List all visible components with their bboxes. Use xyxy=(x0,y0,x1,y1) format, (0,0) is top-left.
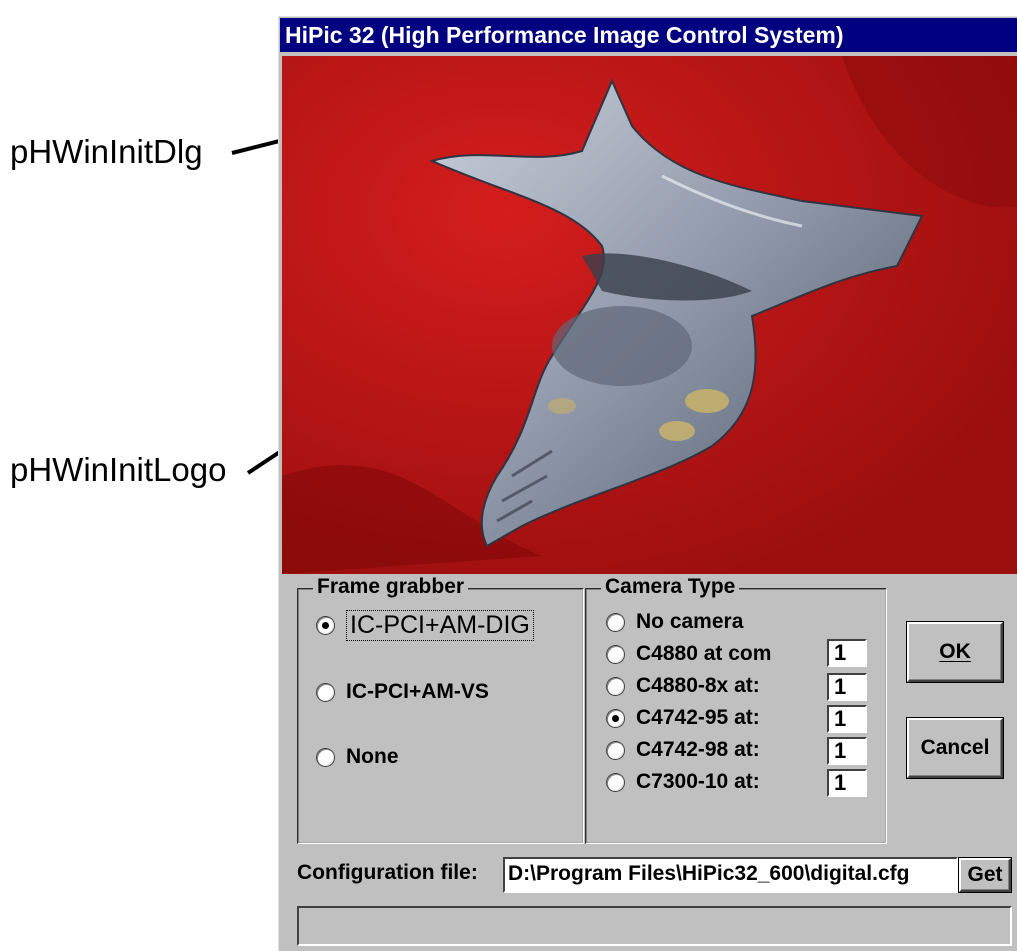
radio-label: C4742-95 at: xyxy=(636,706,760,729)
radio-label: C4742-98 at: xyxy=(636,738,760,761)
port-input-c4742-95[interactable]: 1 xyxy=(827,705,867,733)
radio-button[interactable] xyxy=(317,683,334,701)
radio-frame-grabber-ic-pci-am-vs[interactable]: IC-PCI+AM-VS xyxy=(317,680,489,704)
frame-grabber-group-title: Frame grabber xyxy=(313,575,469,599)
dialog-title-bar: HiPic 32 (High Performance Image Control… xyxy=(280,18,1017,52)
init-dialog-window: HiPic 32 (High Performance Image Control… xyxy=(278,16,1017,951)
radio-button[interactable] xyxy=(607,645,624,663)
radio-camera-no-camera[interactable]: No camera xyxy=(607,610,743,634)
config-file-label: Configuration file: xyxy=(297,861,478,884)
radio-frame-grabber-ic-pci-am-dig[interactable]: IC-PCI+AM-DIG xyxy=(317,610,534,641)
port-input-c7300-10[interactable]: 1 xyxy=(827,769,867,797)
get-button-label: Get xyxy=(967,863,1003,886)
status-bar xyxy=(297,906,1012,946)
radio-label: No camera xyxy=(636,610,744,633)
radio-button-checked[interactable] xyxy=(317,617,334,634)
port-input-c4880-com[interactable]: 1 xyxy=(827,639,867,667)
radio-button[interactable] xyxy=(607,613,624,631)
frame-grabber-group: Frame grabber IC-PCI+AM-DIG IC-PCI+AM-VS… xyxy=(297,575,584,844)
shell-illustration xyxy=(282,56,1017,574)
ok-button[interactable]: OK xyxy=(907,622,1003,682)
radio-label: C7300-10 at: xyxy=(636,770,760,793)
radio-button[interactable] xyxy=(607,773,624,791)
radio-button[interactable] xyxy=(607,741,624,759)
radio-camera-c4742-95[interactable]: C4742-95 at: xyxy=(607,706,760,730)
radio-label: C4880-8x at: xyxy=(636,674,760,697)
port-input-c4880-8x[interactable]: 1 xyxy=(827,673,867,701)
radio-camera-c4880-com[interactable]: C4880 at com xyxy=(607,642,771,666)
config-file-input[interactable]: D:\Program Files\HiPic32_600\digital.cfg xyxy=(503,857,958,893)
radio-label: C4880 at com xyxy=(636,642,772,665)
camera-type-group: Camera Type No camera C4880 at com C4880… xyxy=(585,575,887,844)
radio-label: IC-PCI+AM-DIG xyxy=(346,610,534,641)
port-input-c4742-98[interactable]: 1 xyxy=(827,737,867,765)
radio-frame-grabber-none[interactable]: None xyxy=(317,745,399,769)
shell-logo-image xyxy=(282,56,1017,574)
ok-button-label: OK xyxy=(939,640,971,663)
radio-button[interactable] xyxy=(317,748,334,766)
radio-camera-c4880-8x[interactable]: C4880-8x at: xyxy=(607,674,760,698)
radio-button-checked[interactable] xyxy=(607,709,624,727)
radio-camera-c4742-98[interactable]: C4742-98 at: xyxy=(607,738,760,762)
radio-label: IC-PCI+AM-VS xyxy=(346,680,489,703)
radio-label: None xyxy=(346,745,399,768)
cancel-button-label: Cancel xyxy=(920,736,990,759)
cancel-button[interactable]: Cancel xyxy=(907,718,1003,778)
get-button[interactable]: Get xyxy=(959,858,1011,892)
radio-camera-c7300-10[interactable]: C7300-10 at: xyxy=(607,770,760,794)
camera-type-group-title: Camera Type xyxy=(601,575,740,599)
radio-button[interactable] xyxy=(607,677,624,695)
